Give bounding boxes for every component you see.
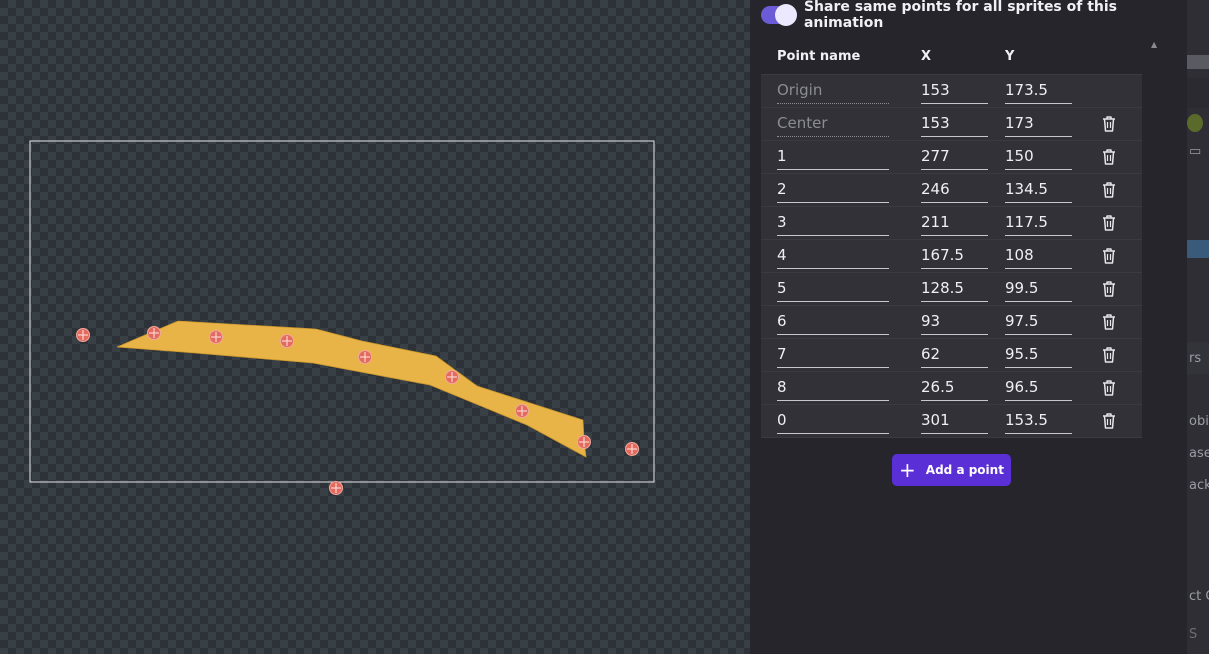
point-y-field[interactable]: 150 [1005,145,1072,170]
point-x-field[interactable]: 277 [921,145,988,170]
trash-icon[interactable] [1101,181,1117,199]
point-x-field[interactable]: 26.5 [921,376,988,401]
edge-text-2: ase [1189,446,1209,461]
point-x-field[interactable]: 62 [921,343,988,368]
point-row: 5 128.5 99.5 [761,272,1142,305]
trash-icon[interactable] [1101,346,1117,364]
sprite-canvas[interactable] [0,0,750,654]
point-y-field[interactable]: 153.5 [1005,409,1072,434]
point-marker[interactable] [358,350,372,364]
trash-icon[interactable] [1101,214,1117,232]
column-point-name: Point name [777,49,861,64]
column-y: Y [1005,49,1015,64]
panel-gutter [1159,0,1187,654]
adjacent-panel-edge: ▭ rs obi ase ackg ct C S [1187,0,1209,654]
edge-text-0: rs [1189,351,1202,366]
points-table-header: Point name X Y [761,44,1142,74]
point-x-field[interactable]: 246 [921,178,988,203]
point-y-field[interactable]: 134.5 [1005,178,1072,203]
point-x-field[interactable]: 167.5 [921,244,988,269]
point-y-field[interactable]: 97.5 [1005,310,1072,335]
point-marker[interactable] [209,330,223,344]
trash-icon[interactable] [1101,247,1117,265]
point-row: 8 26.5 96.5 [761,371,1142,404]
points-panel: Share same points for all sprites of thi… [750,0,1159,654]
trash-icon[interactable] [1101,115,1117,133]
point-marker[interactable] [577,435,591,449]
trash-icon[interactable] [1101,379,1117,397]
point-row: 7 62 95.5 [761,338,1142,371]
trash-icon[interactable] [1101,412,1117,430]
share-points-toggle[interactable] [761,4,797,26]
point-name-field[interactable]: 4 [777,244,889,269]
point-row: 4 167.5 108 [761,239,1142,272]
point-name-field: Origin [777,79,889,104]
point-y-field[interactable]: 117.5 [1005,211,1072,236]
point-x-field[interactable]: 211 [921,211,988,236]
point-marker[interactable] [625,442,639,456]
point-x-field[interactable]: 153 [921,79,988,104]
toggle-knob [774,4,797,26]
point-row: 0 301 153.5 [761,404,1142,438]
edge-circle-icon [1187,114,1203,132]
edge-text-1: obi [1189,414,1209,429]
point-y-field[interactable]: 173 [1005,112,1072,137]
point-row: Origin 153 173.5 [761,74,1142,107]
point-name-field[interactable]: 2 [777,178,889,203]
trash-icon[interactable] [1101,148,1117,166]
add-point-label: Add a point [925,463,1004,477]
point-x-field[interactable]: 128.5 [921,277,988,302]
point-name-field[interactable]: 8 [777,376,889,401]
point-x-field[interactable]: 301 [921,409,988,434]
point-name-field[interactable]: 1 [777,145,889,170]
point-name-field[interactable]: 6 [777,310,889,335]
share-points-toggle-row[interactable]: Share same points for all sprites of thi… [761,0,1159,31]
point-y-field[interactable]: 96.5 [1005,376,1072,401]
share-points-label: Share same points for all sprites of thi… [803,0,1118,31]
add-point-button[interactable]: + Add a point [892,454,1011,486]
point-row: 6 93 97.5 [761,305,1142,338]
point-y-field[interactable]: 108 [1005,244,1072,269]
point-name-field[interactable]: 7 [777,343,889,368]
point-name-field[interactable]: 0 [777,409,889,434]
point-marker[interactable] [329,481,343,495]
scroll-up-arrow-icon[interactable]: ▲ [1151,40,1157,49]
point-row: 1 277 150 [761,140,1142,173]
column-x: X [921,49,932,64]
point-name-field[interactable]: 5 [777,277,889,302]
point-x-field[interactable]: 93 [921,310,988,335]
point-marker[interactable] [515,404,529,418]
edge-bar [1187,55,1209,69]
trash-icon[interactable] [1101,280,1117,298]
edge-text-5: S [1189,627,1198,642]
point-row: 2 246 134.5 [761,173,1142,206]
points-table: Origin 153 173.5 Center 153 173 1 277 150 2 246 134… [761,74,1142,438]
edge-text-4: ct C [1189,589,1209,604]
point-x-field[interactable]: 153 [921,112,988,137]
point-row: Center 153 173 [761,107,1142,140]
canvas-svg [29,140,655,495]
plus-icon: + [899,458,916,482]
point-marker[interactable] [147,326,161,340]
point-name-field: Center [777,112,889,137]
point-y-field[interactable]: 99.5 [1005,277,1072,302]
point-y-field[interactable]: 173.5 [1005,79,1072,104]
point-marker[interactable] [76,328,90,342]
point-y-field[interactable]: 95.5 [1005,343,1072,368]
edge-tile [1187,78,1209,108]
point-name-field[interactable]: 3 [777,211,889,236]
edge-text-3: ackg [1189,478,1209,493]
sprite-image [116,320,587,458]
edge-folder-icon: ▭ [1189,144,1202,159]
trash-icon[interactable] [1101,313,1117,331]
point-row: 3 211 117.5 [761,206,1142,239]
edge-highlight [1187,240,1209,258]
point-marker[interactable] [445,370,459,384]
point-marker[interactable] [280,334,294,348]
